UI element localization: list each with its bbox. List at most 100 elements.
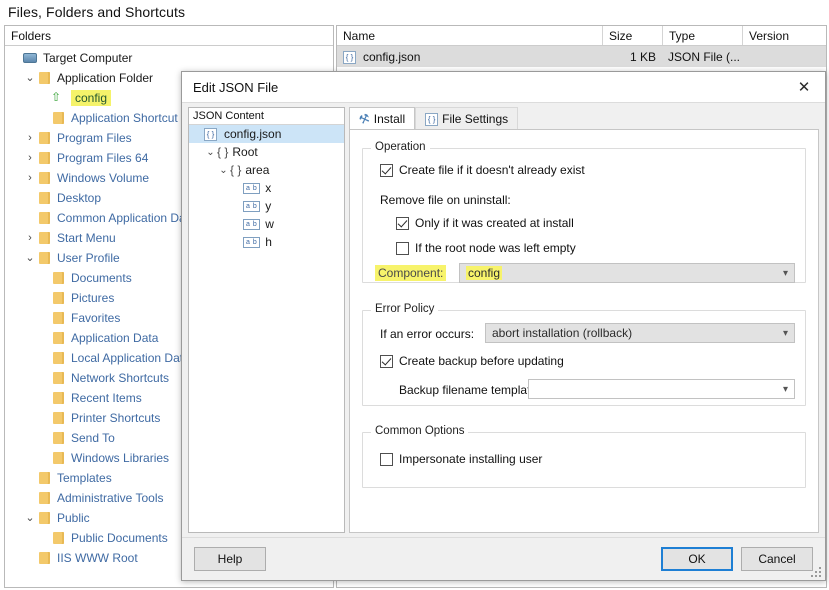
json-tree-item[interactable]: a bx <box>189 179 344 197</box>
create-file-checkbox-row[interactable]: Create file if it doesn't already exist <box>380 163 585 177</box>
create-backup-checkbox-row[interactable]: Create backup before updating <box>380 354 564 368</box>
json-string-icon: a b <box>243 237 260 248</box>
impersonate-checkbox[interactable] <box>380 453 393 466</box>
json-tree-item[interactable]: ⌄{ }Root <box>189 143 344 161</box>
wrench-icon: ⚒ <box>357 110 372 127</box>
files-column-size[interactable]: Size <box>602 26 662 45</box>
only-if-created-checkbox-row[interactable]: Only if it was created at install <box>396 216 574 230</box>
folder-icon <box>37 251 53 265</box>
folder-icon <box>37 491 53 505</box>
if-error-occurs-label: If an error occurs: <box>380 327 474 341</box>
json-tree-item[interactable]: a by <box>189 197 344 215</box>
chevron-down-icon: ▾ <box>783 264 788 282</box>
files-column-type[interactable]: Type <box>662 26 742 45</box>
folder-tree-item-label: Administrative Tools <box>57 491 164 505</box>
json-content-header: JSON Content <box>189 108 344 125</box>
create-file-checkbox[interactable] <box>380 164 393 177</box>
json-content-tree[interactable]: { }config.json⌄{ }Root⌄{ }areaa bxa bya … <box>189 125 344 251</box>
folder-icon <box>37 211 53 225</box>
tab-install[interactable]: ⚒Install <box>349 107 415 129</box>
file-size-cell: 1 KB <box>602 46 662 67</box>
folder-tree-item[interactable]: Target Computer <box>5 48 333 68</box>
component-dropdown-value: config <box>466 266 502 280</box>
file-version-cell <box>742 46 826 67</box>
file-name-label: config.json <box>363 50 420 64</box>
folder-tree-item-label: Printer Shortcuts <box>71 411 160 425</box>
folder-tree-item-label: Start Menu <box>57 231 116 245</box>
chevron-down-icon: ▾ <box>783 380 788 398</box>
json-string-icon: a b <box>243 183 260 194</box>
if-error-occurs-value: abort installation (rollback) <box>492 326 632 340</box>
json-tree-item-label: w <box>265 217 274 231</box>
json-tree-item[interactable]: { }config.json <box>189 125 344 143</box>
folder-tree-item-label: config <box>71 90 111 106</box>
cancel-button[interactable]: Cancel <box>741 547 813 571</box>
only-if-created-label: Only if it was created at install <box>415 216 574 230</box>
folder-icon <box>51 411 67 425</box>
files-column-name[interactable]: Name <box>337 26 602 45</box>
common-options-legend: Common Options <box>371 425 468 437</box>
folder-tree-item-label: Program Files 64 <box>57 151 148 165</box>
chevron-right-icon[interactable]: › <box>23 153 37 164</box>
root-node-empty-checkbox[interactable] <box>396 242 409 255</box>
ok-button[interactable]: OK <box>661 547 733 571</box>
file-list-row[interactable]: { }config.json1 KBJSON File (... <box>337 46 826 67</box>
folder-tree-item-label: User Profile <box>57 251 120 265</box>
close-icon[interactable]: ✕ <box>791 75 817 99</box>
if-error-occurs-dropdown[interactable]: abort installation (rollback) ▾ <box>485 323 795 343</box>
tab-file-settings[interactable]: { } File Settings <box>415 107 518 129</box>
folder-icon <box>51 531 67 545</box>
create-file-label: Create file if it doesn't already exist <box>399 163 585 177</box>
edit-json-file-dialog: Edit JSON File ✕ JSON Content { }config.… <box>181 71 826 581</box>
json-tree-item-label: config.json <box>224 127 281 141</box>
root-node-empty-checkbox-row[interactable]: If the root node was left empty <box>396 241 576 255</box>
json-file-icon: { } <box>343 50 359 64</box>
chevron-down-icon[interactable]: ⌄ <box>204 147 217 158</box>
folder-tree-item-label: Public <box>57 511 90 525</box>
json-tree-item[interactable]: a bh <box>189 233 344 251</box>
folder-tree-item-label: Documents <box>71 271 132 285</box>
json-tree-item-label: y <box>265 199 271 213</box>
json-tree-item-label: area <box>245 163 269 177</box>
chevron-down-icon[interactable]: ⌄ <box>23 513 37 524</box>
component-label-wrap: Component: <box>375 266 446 280</box>
json-object-icon: { } <box>230 163 241 177</box>
dialog-title: Edit JSON File <box>193 80 791 95</box>
json-tree-item[interactable]: ⌄{ } area <box>189 161 344 179</box>
folder-icon <box>37 171 53 185</box>
folder-icon <box>37 231 53 245</box>
impersonate-checkbox-row[interactable]: Impersonate installing user <box>380 452 542 466</box>
folder-tree-item-label: Target Computer <box>43 51 132 65</box>
tab-label: Install <box>374 112 405 126</box>
folder-icon <box>51 271 67 285</box>
common-options-group: Common Options Impersonate installing us… <box>362 432 806 488</box>
chevron-right-icon[interactable]: › <box>23 173 37 184</box>
files-list[interactable]: { }config.json1 KBJSON File (... <box>337 46 826 67</box>
tab-label: File Settings <box>442 112 508 126</box>
json-tree-item[interactable]: a bw <box>189 215 344 233</box>
impersonate-label: Impersonate installing user <box>399 452 542 466</box>
json-tree-item-label: h <box>265 235 272 249</box>
folder-tree-item-label: Windows Volume <box>57 171 149 185</box>
json-file-icon: { } <box>425 111 438 126</box>
json-string-icon: a b <box>243 201 260 212</box>
only-if-created-checkbox[interactable] <box>396 217 409 230</box>
component-dropdown[interactable]: config ▾ <box>459 263 795 283</box>
chevron-down-icon[interactable]: ⌄ <box>23 73 37 84</box>
chevron-down-icon[interactable]: ⌄ <box>217 165 230 176</box>
files-column-version[interactable]: Version <box>742 26 826 45</box>
backup-template-dropdown[interactable]: ▾ <box>528 379 795 399</box>
operation-legend: Operation <box>371 141 430 153</box>
create-backup-checkbox[interactable] <box>380 355 393 368</box>
error-policy-group: Error Policy If an error occurs: abort i… <box>362 310 806 406</box>
files-column-header[interactable]: NameSizeTypeVersion <box>337 26 826 46</box>
chevron-right-icon[interactable]: › <box>23 233 37 244</box>
tab-strip[interactable]: ⚒Install { } File Settings <box>349 107 819 129</box>
folder-icon <box>51 311 67 325</box>
create-backup-label: Create backup before updating <box>399 354 564 368</box>
resize-grip[interactable] <box>811 567 821 577</box>
help-button[interactable]: Help <box>194 547 266 571</box>
computer-icon <box>23 51 39 65</box>
chevron-right-icon[interactable]: › <box>23 133 37 144</box>
chevron-down-icon[interactable]: ⌄ <box>23 253 37 264</box>
